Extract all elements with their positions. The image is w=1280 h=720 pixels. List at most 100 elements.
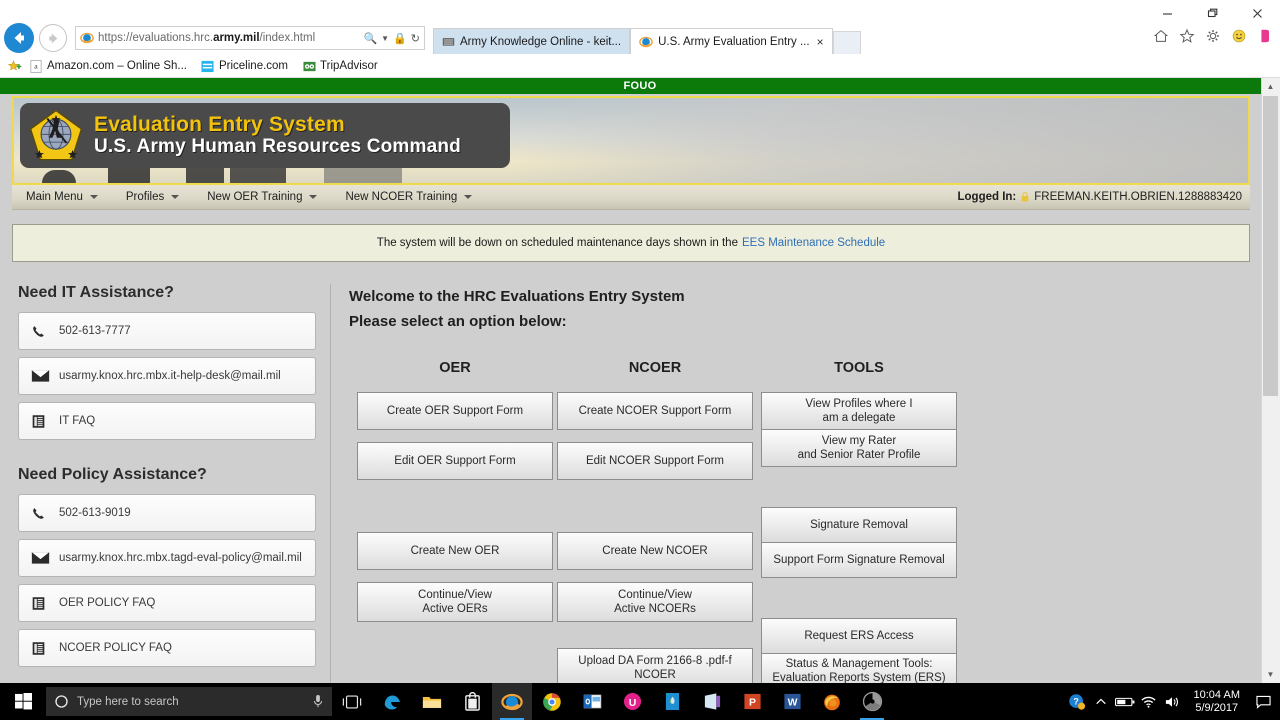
policy-email-button[interactable]: usarmy.knox.hrc.mbx.tagd-eval-policy@mai…: [18, 539, 316, 577]
help-icon[interactable]: ?: [1066, 683, 1088, 720]
policy-phone-button[interactable]: 502-613-9019: [18, 494, 316, 532]
main-panel: Welcome to the HRC Evaluations Entry Sys…: [330, 284, 1250, 683]
tab-army-knowledge-online[interactable]: Army Knowledge Online - keit...: [433, 28, 631, 54]
edit-oer-support-form-button[interactable]: Edit OER Support Form: [357, 442, 553, 480]
phone-icon: [31, 324, 55, 339]
it-faq-button[interactable]: IT FAQ: [18, 402, 316, 440]
navigation-row: https://evaluations.hrc.army.mil/index.h…: [0, 22, 1280, 54]
powerpoint-icon[interactable]: P: [732, 683, 772, 720]
firefox-icon[interactable]: [812, 683, 852, 720]
forward-button[interactable]: [39, 24, 67, 52]
document-icon: [31, 414, 55, 429]
tab-us-army-evaluation-entry[interactable]: U.S. Army Evaluation Entry ... ×: [630, 28, 833, 54]
view-my-rater-profile-button[interactable]: View my Rater and Senior Rater Profile: [761, 430, 957, 467]
envelope-icon: [31, 369, 55, 383]
volume-icon[interactable]: [1162, 683, 1184, 720]
outlook-icon[interactable]: [572, 683, 612, 720]
chrome-icon[interactable]: [532, 683, 572, 720]
smiley-icon[interactable]: [1230, 27, 1248, 45]
site-logo-text: Evaluation Entry System U.S. Army Human …: [94, 113, 461, 158]
store-icon[interactable]: [452, 683, 492, 720]
onenote-icon[interactable]: [692, 683, 732, 720]
notes-icon[interactable]: [652, 683, 692, 720]
search-icon[interactable]: 🔍: [363, 32, 377, 45]
ie-icon: [639, 36, 653, 47]
page-body: Evaluation Entry System U.S. Army Human …: [0, 96, 1262, 683]
favorite-label: TripAdvisor: [320, 60, 378, 72]
word-icon[interactable]: W: [772, 683, 812, 720]
menu-item-main-menu[interactable]: Main Menu: [12, 191, 112, 203]
signature-removal-button[interactable]: Signature Removal: [761, 507, 957, 543]
request-ers-access-button[interactable]: Request ERS Access: [761, 618, 957, 654]
media-icon[interactable]: [852, 683, 892, 720]
ncoer-column-heading: NCOER: [628, 360, 682, 376]
create-new-oer-button[interactable]: Create New OER: [357, 532, 553, 570]
windows-taskbar: Type here to search U P W ? 10:04 AM 5/9…: [0, 683, 1280, 720]
support-form-signature-removal-button[interactable]: Support Form Signature Removal: [761, 543, 957, 578]
create-oer-support-form-button[interactable]: Create OER Support Form: [357, 392, 553, 430]
taskbar-clock[interactable]: 10:04 AM 5/9/2017: [1186, 689, 1248, 715]
favorite-label: Priceline.com: [218, 60, 289, 72]
oer-policy-faq-button[interactable]: OER POLICY FAQ: [18, 584, 316, 622]
favorites-add-icon[interactable]: [8, 59, 22, 73]
oer-column: OER Create OER Support Form Edit OER Sup…: [357, 360, 553, 683]
scroll-down-arrow-icon[interactable]: ▼: [1262, 666, 1279, 683]
chevron-down-icon[interactable]: ▼: [381, 34, 389, 43]
policy-phone-label: 502-613-9019: [59, 507, 131, 519]
view-profiles-line2: am a delegate: [822, 412, 896, 424]
priceline-icon: [201, 59, 215, 73]
edge-icon[interactable]: [372, 683, 412, 720]
search-input[interactable]: Type here to search: [46, 687, 332, 716]
ie-favicon-icon: [80, 32, 94, 44]
new-tab-button[interactable]: [832, 31, 861, 54]
oer-policy-faq-label: OER POLICY FAQ: [59, 597, 156, 609]
microphone-icon[interactable]: [312, 694, 324, 709]
menu-item-new-ncoer-training[interactable]: New NCOER Training: [331, 191, 486, 203]
ncoer-policy-faq-label: NCOER POLICY FAQ: [59, 642, 172, 654]
upload-da-form-2166-8-button[interactable]: Upload DA Form 2166-8 .pdf-f NCOER: [557, 648, 753, 683]
status-management-tools-button[interactable]: Status & Management Tools: Evaluation Re…: [761, 654, 957, 683]
menu-label: Main Menu: [26, 191, 83, 203]
chevron-down-icon: [89, 195, 98, 199]
logged-in-label: Logged In:: [957, 191, 1017, 203]
back-button[interactable]: [4, 23, 34, 53]
create-ncoer-support-form-button[interactable]: Create NCOER Support Form: [557, 392, 753, 430]
it-phone-button[interactable]: 502-613-7777: [18, 312, 316, 350]
file-explorer-icon[interactable]: [412, 683, 452, 720]
refresh-icon[interactable]: ↻: [411, 32, 420, 45]
windows-start-icon[interactable]: [0, 683, 46, 720]
chevron-up-icon[interactable]: [1090, 683, 1112, 720]
assistance-sidebar: Need IT Assistance? 502-613-7777 usarmy.…: [12, 284, 322, 683]
task-view-icon[interactable]: [332, 683, 372, 720]
edit-ncoer-support-form-button[interactable]: Edit NCOER Support Form: [557, 442, 753, 480]
continue-view-active-oers-button[interactable]: Continue/View Active OERs: [357, 582, 553, 622]
favorite-amazon[interactable]: a Amazon.com – Online Sh...: [22, 59, 194, 73]
internet-explorer-icon[interactable]: [492, 683, 532, 720]
tab-close-icon[interactable]: ×: [817, 35, 824, 49]
battery-icon[interactable]: [1114, 683, 1136, 720]
continue-view-active-ncoers-button[interactable]: Continue/View Active NCOERs: [557, 582, 753, 622]
menu-item-profiles[interactable]: Profiles: [112, 191, 193, 203]
ees-maintenance-schedule-link[interactable]: EES Maintenance Schedule: [742, 237, 885, 249]
address-bar[interactable]: https://evaluations.hrc.army.mil/index.h…: [75, 26, 425, 50]
wifi-icon[interactable]: [1138, 683, 1160, 720]
ncoer-policy-faq-button[interactable]: NCOER POLICY FAQ: [18, 629, 316, 667]
favorites-star-icon[interactable]: [1178, 27, 1196, 45]
menu-item-new-oer-training[interactable]: New OER Training: [193, 191, 331, 203]
oer-column-heading: OER: [439, 360, 471, 376]
skype-icon[interactable]: U: [612, 683, 652, 720]
action-center-icon[interactable]: [1250, 683, 1276, 720]
favorite-priceline[interactable]: Priceline.com: [194, 59, 295, 73]
scroll-up-arrow-icon[interactable]: ▲: [1262, 78, 1279, 95]
scrollbar-thumb[interactable]: [1263, 96, 1278, 396]
view-profiles-delegate-button[interactable]: View Profiles where I am a delegate: [761, 392, 957, 430]
gear-icon[interactable]: [1204, 27, 1222, 45]
page-scrollbar[interactable]: ▲ ▼: [1261, 78, 1280, 683]
home-icon[interactable]: [1152, 27, 1170, 45]
tab-label: U.S. Army Evaluation Entry ...: [658, 35, 810, 48]
favorite-tripadvisor[interactable]: TripAdvisor: [295, 59, 385, 73]
it-email-button[interactable]: usarmy.knox.hrc.mbx.it-help-desk@mail.mi…: [18, 357, 316, 395]
tools-column-heading: TOOLS: [834, 360, 884, 376]
create-new-ncoer-button[interactable]: Create New NCOER: [557, 532, 753, 570]
pink-extension-icon[interactable]: [1256, 27, 1274, 45]
